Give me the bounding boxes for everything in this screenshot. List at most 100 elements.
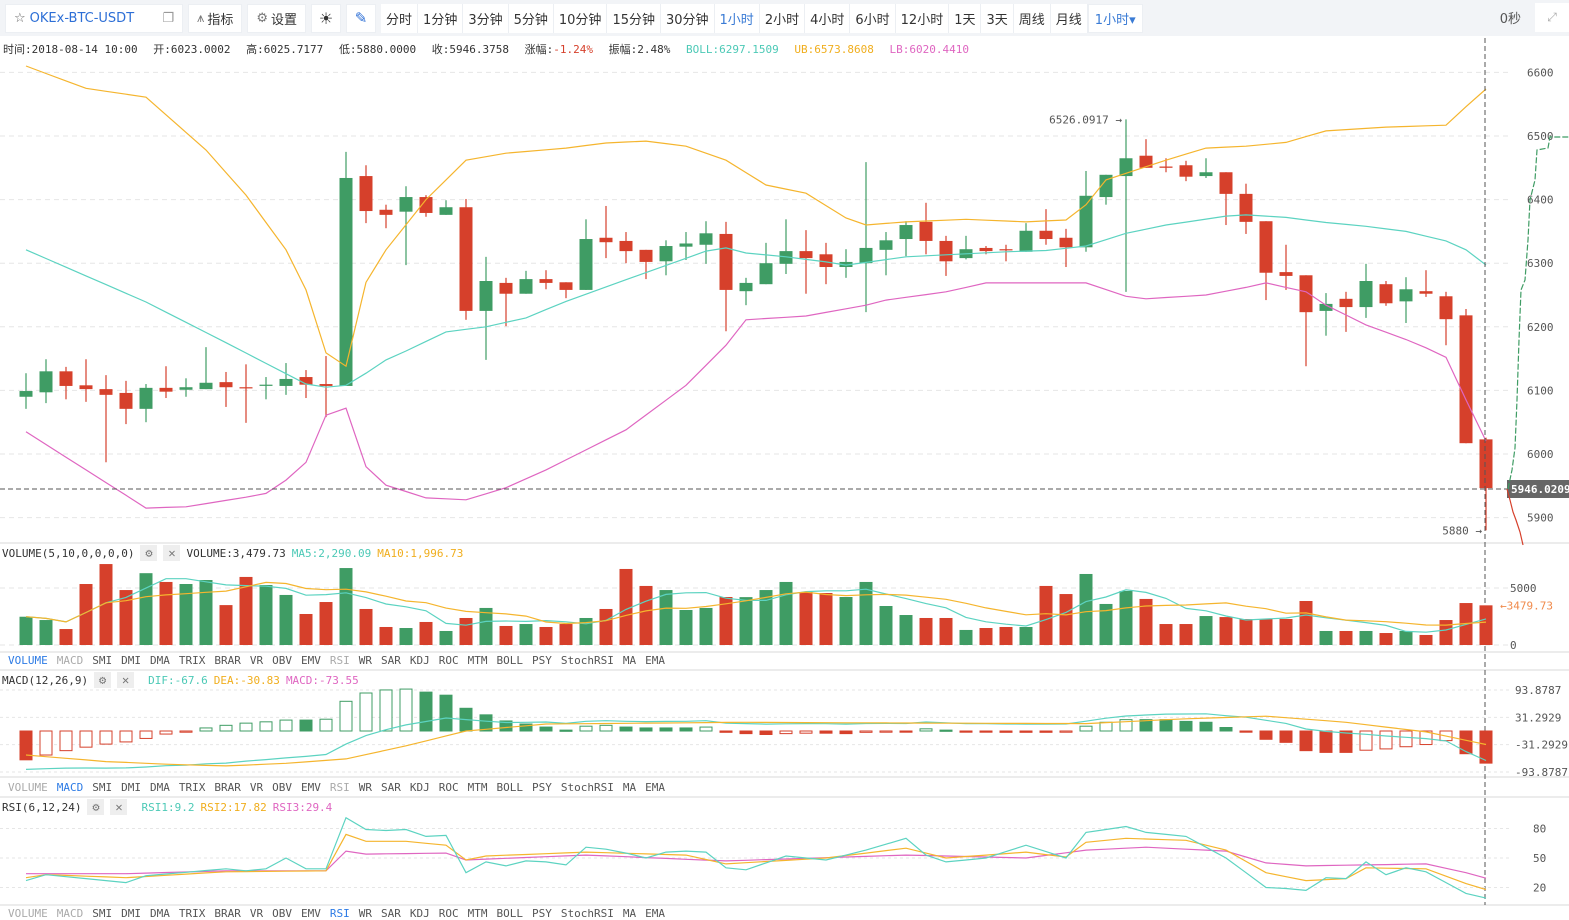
macd-histogram-bar <box>1339 730 1353 753</box>
indicator-tab-rsi[interactable]: RSI <box>330 654 350 667</box>
volume-bar <box>59 629 73 645</box>
indicator-tab-sar[interactable]: SAR <box>381 654 401 667</box>
rsi-settings-icon[interactable]: ⚙ <box>87 799 105 815</box>
indicator-tab-obv[interactable]: OBV <box>272 654 292 667</box>
candle-up <box>1019 230 1033 252</box>
chart-canvas[interactable]: 660065006400630062006100600059006526.091… <box>0 0 1569 915</box>
volume-bar <box>1359 630 1373 645</box>
candle-down <box>939 240 953 262</box>
indicator-tab-obv[interactable]: OBV <box>272 781 292 794</box>
macd-histogram-bar <box>719 730 733 733</box>
volume-bar <box>1079 573 1093 645</box>
indicator-tab-trix[interactable]: TRIX <box>179 907 206 920</box>
indicator-tab-roc[interactable]: ROC <box>439 781 459 794</box>
indicator-tab-psy[interactable]: PSY <box>532 907 552 920</box>
volume-close-icon[interactable]: ✕ <box>163 545 181 561</box>
indicator-tab-psy[interactable]: PSY <box>532 654 552 667</box>
indicator-tab-volume[interactable]: VOLUME <box>8 781 48 794</box>
indicator-tabs-macd: VOLUME MACD SMI DMI DMA TRIX BRAR VR OBV EMV RSI WR… <box>8 781 665 794</box>
indicator-tab-ema[interactable]: EMA <box>645 654 665 667</box>
macd-histogram-bar <box>1459 730 1473 755</box>
macd-dif: DIF:-67.6 <box>148 673 208 687</box>
macd-histogram-bar <box>599 724 613 732</box>
indicator-tab-trix[interactable]: TRIX <box>179 654 206 667</box>
indicator-tab-macd[interactable]: MACD <box>57 654 84 667</box>
indicator-tab-ema[interactable]: EMA <box>645 781 665 794</box>
indicator-tab-volume[interactable]: VOLUME <box>8 907 48 920</box>
rsi-close-icon[interactable]: ✕ <box>110 799 128 815</box>
indicator-tab-vr[interactable]: VR <box>250 781 263 794</box>
indicator-tab-dma[interactable]: DMA <box>150 654 170 667</box>
indicator-tab-vr[interactable]: VR <box>250 907 263 920</box>
candle-down <box>1479 439 1493 489</box>
indicator-tab-boll[interactable]: BOLL <box>497 654 524 667</box>
indicator-tab-trix[interactable]: TRIX <box>179 781 206 794</box>
indicator-tab-emv[interactable]: EMV <box>301 654 321 667</box>
indicator-tab-sar[interactable]: SAR <box>381 781 401 794</box>
indicator-tab-dmi[interactable]: DMI <box>121 907 141 920</box>
macd-close-icon[interactable]: ✕ <box>117 672 135 688</box>
indicator-tab-psy[interactable]: PSY <box>532 781 552 794</box>
macd-histogram-bar <box>779 730 793 735</box>
indicator-tab-rsi[interactable]: RSI <box>330 781 350 794</box>
indicator-tab-wr[interactable]: WR <box>359 654 372 667</box>
indicator-tab-mtm[interactable]: MTM <box>468 781 488 794</box>
indicator-tab-macd[interactable]: MACD <box>57 907 84 920</box>
indicator-tab-obv[interactable]: OBV <box>272 907 292 920</box>
indicator-tab-vr[interactable]: VR <box>250 654 263 667</box>
indicator-tab-kdj[interactable]: KDJ <box>410 781 430 794</box>
indicator-tab-roc[interactable]: ROC <box>439 907 459 920</box>
indicator-tab-smi[interactable]: SMI <box>92 781 112 794</box>
volume-bar <box>1299 600 1313 645</box>
indicator-tab-wr[interactable]: WR <box>359 907 372 920</box>
macd-histogram-bar <box>279 719 293 732</box>
macd-settings-icon[interactable]: ⚙ <box>94 672 112 688</box>
indicator-tab-brar[interactable]: BRAR <box>214 654 241 667</box>
candle-up <box>519 279 533 294</box>
macd-histogram-bar <box>319 718 333 732</box>
indicator-tab-dmi[interactable]: DMI <box>121 654 141 667</box>
candle-up <box>899 225 913 240</box>
candle-down <box>59 371 73 386</box>
indicator-tab-macd[interactable]: MACD <box>57 781 84 794</box>
candle-up <box>859 247 873 264</box>
macd-histogram-bar <box>1279 730 1293 743</box>
indicator-tab-emv[interactable]: EMV <box>301 781 321 794</box>
indicator-tab-boll[interactable]: BOLL <box>497 781 524 794</box>
boll-lb-line <box>25 282 1487 509</box>
indicator-tab-wr[interactable]: WR <box>359 781 372 794</box>
indicator-tab-ema[interactable]: EMA <box>645 907 665 920</box>
indicator-tab-dma[interactable]: DMA <box>150 907 170 920</box>
indicator-tab-roc[interactable]: ROC <box>439 654 459 667</box>
indicator-tab-brar[interactable]: BRAR <box>214 907 241 920</box>
indicator-tab-ma[interactable]: MA <box>623 654 636 667</box>
indicator-tab-kdj[interactable]: KDJ <box>410 907 430 920</box>
indicator-tab-stochrsi[interactable]: StochRSI <box>561 907 614 920</box>
indicator-tab-rsi[interactable]: RSI <box>330 907 350 920</box>
indicator-tab-stochrsi[interactable]: StochRSI <box>561 781 614 794</box>
indicator-tab-dma[interactable]: DMA <box>150 781 170 794</box>
macd-histogram-bar <box>579 725 593 732</box>
indicator-tab-ma[interactable]: MA <box>623 907 636 920</box>
indicator-tab-mtm[interactable]: MTM <box>468 907 488 920</box>
indicator-tab-ma[interactable]: MA <box>623 781 636 794</box>
indicator-tab-boll[interactable]: BOLL <box>497 907 524 920</box>
volume-bar <box>959 629 973 645</box>
indicator-tab-mtm[interactable]: MTM <box>468 654 488 667</box>
volume-bar <box>939 617 953 645</box>
macd-tick-label: -31.2929 <box>1515 739 1568 752</box>
indicator-tab-emv[interactable]: EMV <box>301 907 321 920</box>
macd-histogram-bar <box>119 730 133 743</box>
indicator-tab-stochrsi[interactable]: StochRSI <box>561 654 614 667</box>
indicator-tab-dmi[interactable]: DMI <box>121 781 141 794</box>
indicator-tab-volume[interactable]: VOLUME <box>8 654 48 667</box>
volume-bar <box>219 605 233 645</box>
indicator-tab-brar[interactable]: BRAR <box>214 781 241 794</box>
indicator-tab-kdj[interactable]: KDJ <box>410 654 430 667</box>
candle-up <box>19 391 33 397</box>
indicator-tab-sar[interactable]: SAR <box>381 907 401 920</box>
indicator-tab-smi[interactable]: SMI <box>92 654 112 667</box>
indicator-tab-smi[interactable]: SMI <box>92 907 112 920</box>
volume-bar <box>139 573 153 645</box>
volume-settings-icon[interactable]: ⚙ <box>140 545 158 561</box>
